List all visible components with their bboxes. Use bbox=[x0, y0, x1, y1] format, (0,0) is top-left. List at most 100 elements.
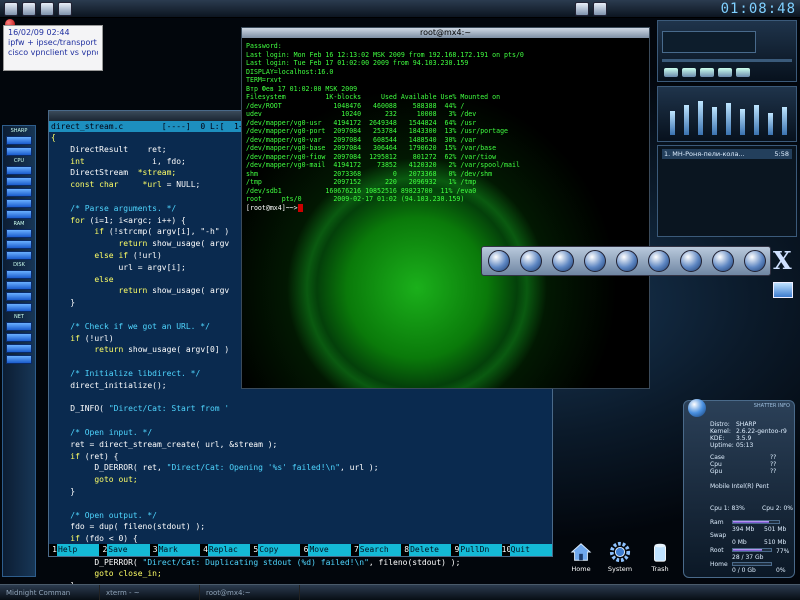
eq-slider[interactable] bbox=[782, 107, 787, 135]
fkey-mark[interactable]: 3 Mark bbox=[149, 544, 200, 556]
task-button[interactable]: root@mx4:~ bbox=[200, 585, 300, 600]
terminal-title: root@mx4:~ bbox=[419, 28, 472, 37]
dock-icon-6[interactable] bbox=[643, 247, 674, 275]
fkey-help[interactable]: 1 Help bbox=[49, 544, 100, 556]
sidebar-button[interactable] bbox=[6, 240, 32, 249]
eq-slider[interactable] bbox=[726, 103, 731, 135]
sidebar-button[interactable] bbox=[6, 199, 32, 208]
monitor-icon[interactable] bbox=[773, 282, 793, 298]
task-button[interactable]: Midnight Comman bbox=[0, 585, 100, 600]
cpu-temp-value: ?? bbox=[770, 461, 777, 468]
next-icon[interactable] bbox=[736, 68, 750, 77]
desktop-icon[interactable] bbox=[22, 2, 36, 16]
fkey-label: Search bbox=[358, 544, 402, 556]
eq-slider[interactable] bbox=[768, 113, 773, 135]
case-temp-label: Case bbox=[710, 454, 725, 461]
app-icon bbox=[711, 250, 734, 272]
cpu-name: Mobile Intel(R) Pent bbox=[710, 483, 769, 490]
editor-filename: direct_stream.c bbox=[51, 122, 124, 131]
desktop-home[interactable]: Home bbox=[563, 541, 599, 573]
sidebar-label: CPU bbox=[13, 158, 25, 164]
sidebar-button[interactable] bbox=[6, 136, 32, 145]
dock-icon-7[interactable] bbox=[675, 247, 706, 275]
eq-slider[interactable] bbox=[712, 107, 717, 135]
terminal-line: /dev/mapper/vg0-var 2097084 608544 14885… bbox=[246, 135, 477, 144]
sticky-note[interactable]: 16/02/09 02:44 ipfw + ipsec/transport ??… bbox=[3, 25, 103, 71]
dock-icon-4[interactable] bbox=[579, 247, 610, 275]
seek-bar[interactable] bbox=[662, 59, 792, 62]
terminal-line: Password: bbox=[246, 42, 282, 50]
desktop-system[interactable]: System bbox=[602, 541, 638, 573]
prev-icon[interactable] bbox=[664, 68, 678, 77]
stop-icon[interactable] bbox=[718, 68, 732, 77]
equalizer bbox=[657, 86, 797, 142]
eq-slider[interactable] bbox=[754, 105, 759, 135]
fkey-pulldown[interactable]: 9 PullDn bbox=[451, 544, 502, 556]
fkey-replace[interactable]: 4 Replac bbox=[199, 544, 251, 556]
task-button[interactable]: xterm - ~ bbox=[100, 585, 200, 600]
fkey-delete[interactable]: 8 Delete bbox=[401, 544, 452, 556]
sidebar-button[interactable] bbox=[6, 292, 32, 301]
sidebar-button[interactable] bbox=[6, 188, 32, 197]
sidebar-button[interactable] bbox=[6, 333, 32, 342]
sidebar-button[interactable] bbox=[6, 251, 32, 260]
tools-icon[interactable] bbox=[58, 2, 72, 16]
terminal-line: /tmp 2097152 220 2096932 1% /tmp bbox=[246, 178, 477, 186]
sidebar-button[interactable] bbox=[6, 166, 32, 175]
sidebar-button[interactable] bbox=[6, 322, 32, 331]
sidebar-button[interactable] bbox=[6, 344, 32, 353]
launcher-icon[interactable] bbox=[40, 2, 54, 16]
sidebar-button[interactable] bbox=[6, 281, 32, 290]
tray-icon-2[interactable] bbox=[593, 2, 607, 16]
terminal-line: /dev/mapper/vg0-usr 4194172 2649348 1544… bbox=[246, 118, 477, 127]
app-icon bbox=[743, 250, 766, 272]
eq-slider[interactable] bbox=[670, 111, 675, 135]
play-icon[interactable] bbox=[682, 68, 696, 77]
app-icon bbox=[679, 250, 702, 272]
dock-icon-3[interactable] bbox=[547, 247, 578, 275]
playlist-item[interactable]: 1. МН-Роня-пели-кола... 5:58 bbox=[662, 149, 792, 159]
fkey-move[interactable]: 6 Move bbox=[300, 544, 351, 556]
terminal-line: Last login: Tue Feb 17 01:02:00 2009 fro… bbox=[246, 59, 469, 67]
fkey-quit[interactable]: 10 Quit bbox=[501, 544, 552, 556]
pause-icon[interactable] bbox=[700, 68, 714, 77]
sidebar-label: DISK bbox=[13, 262, 25, 268]
terminal-line: /dev/mapper/vg0-fiow 2097084 1295812 801… bbox=[246, 152, 497, 161]
x-logo-icon[interactable]: X bbox=[773, 246, 792, 275]
desktop-trash[interactable]: Trash bbox=[642, 541, 678, 573]
dock-icon-5[interactable] bbox=[611, 247, 642, 275]
sidebar-button[interactable] bbox=[6, 355, 32, 364]
menu-icon[interactable] bbox=[4, 2, 18, 16]
uptime-value: 05:13 bbox=[736, 442, 754, 449]
dock-icon-8[interactable] bbox=[707, 247, 738, 275]
eq-slider[interactable] bbox=[740, 109, 745, 135]
dock-icon-1[interactable] bbox=[483, 247, 514, 275]
sidebar-button[interactable] bbox=[6, 229, 32, 238]
fkey-save[interactable]: 2 Save bbox=[99, 544, 150, 556]
fkey-copy[interactable]: 5 Copy bbox=[250, 544, 301, 556]
tray-icon-1[interactable] bbox=[575, 2, 589, 16]
terminal-window[interactable]: root@mx4:~ Password: Last login: Mon Feb … bbox=[241, 27, 650, 389]
gpu-temp-label: Gpu bbox=[710, 468, 723, 475]
fkey-search[interactable]: 7 Search bbox=[350, 544, 402, 556]
terminal-output[interactable]: Password: Last login: Mon Feb 16 12:13:02… bbox=[242, 38, 649, 216]
eq-slider[interactable] bbox=[684, 105, 689, 135]
function-key-bar: 1 Help 2 Save 3 Mark 4 Replac 5 Copy 6 Move 7S… bbox=[49, 544, 552, 556]
playlist: 1. МН-Роня-пели-кола... 5:58 bbox=[657, 145, 797, 237]
root-pct: 77% bbox=[776, 548, 790, 555]
eq-slider[interactable] bbox=[698, 101, 703, 135]
note-line: ipfw + ipsec/transport ?? bbox=[8, 38, 98, 47]
sidebar-button[interactable] bbox=[6, 147, 32, 156]
fkey-num: 10 bbox=[501, 544, 512, 556]
sidebar-button[interactable] bbox=[6, 270, 32, 279]
fkey-label: Delete bbox=[409, 544, 452, 556]
terminal-titlebar[interactable]: root@mx4:~ bbox=[242, 28, 649, 38]
playlist-item-duration: 5:58 bbox=[774, 150, 789, 158]
sidebar-button[interactable] bbox=[6, 177, 32, 186]
dock-icon-2[interactable] bbox=[515, 247, 546, 275]
sidebar-button[interactable] bbox=[6, 303, 32, 312]
terminal-cursor bbox=[297, 203, 303, 212]
dock-icon-9[interactable] bbox=[739, 247, 770, 275]
sidebar-button[interactable] bbox=[6, 210, 32, 219]
root-bar bbox=[732, 548, 772, 552]
